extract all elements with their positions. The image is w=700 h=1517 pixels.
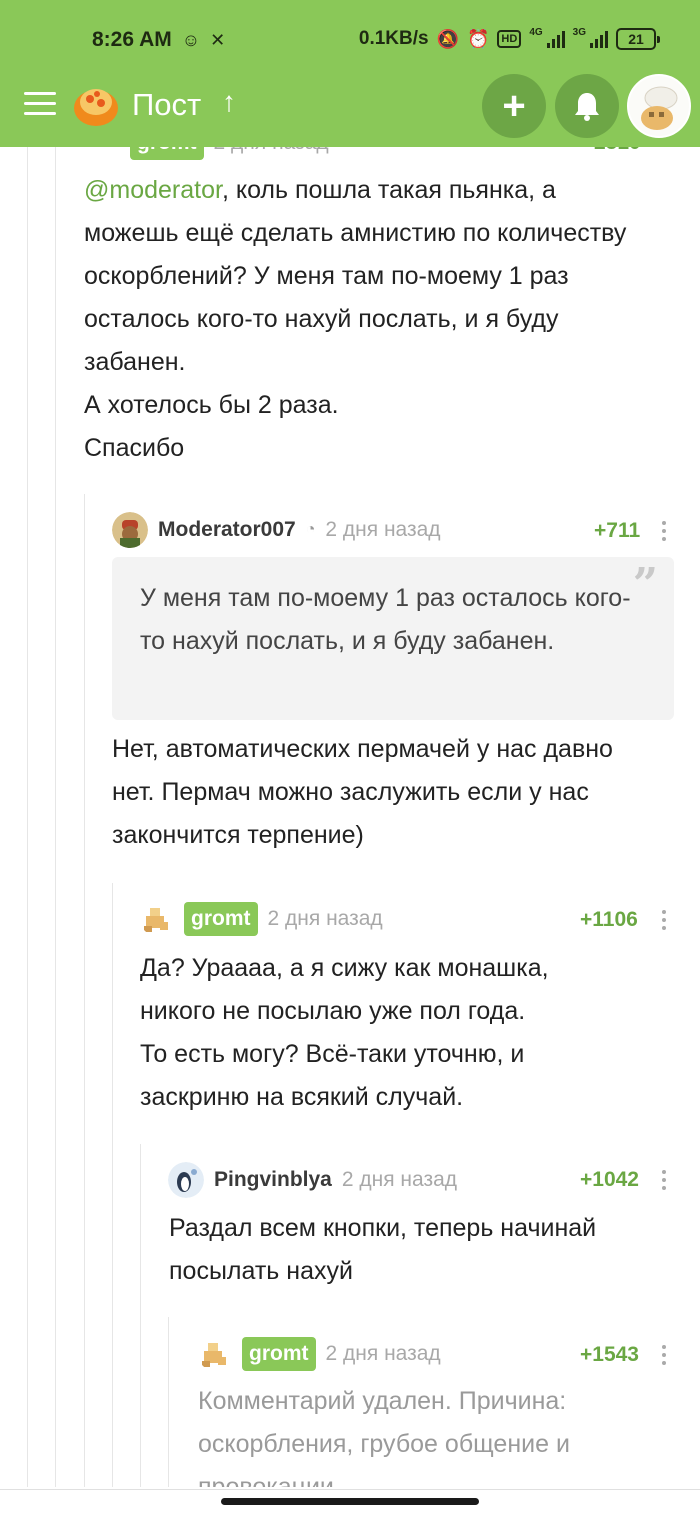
moderator-avatar-icon xyxy=(112,512,148,548)
deleted-comment-text: Комментарий удален. Причина: оскорбления… xyxy=(198,1387,570,1487)
comment-header: gromt 2 дня назад xyxy=(140,899,383,939)
avatar-icon xyxy=(641,86,678,130)
mention-link[interactable]: @moderator xyxy=(84,176,222,204)
status-bar: 8:26 AM ☺ ✕ 0.1KB/s 🔕 ⏰ HD 4G 3G 21 xyxy=(0,22,700,58)
comment-rating: +1106 xyxy=(580,908,638,931)
comment-rating: +1042 xyxy=(580,1168,639,1191)
scroll-up-icon[interactable]: ↑ xyxy=(222,86,236,118)
comment-rating: +1543 xyxy=(580,1343,639,1366)
more-options-icon[interactable] xyxy=(660,1170,668,1194)
net-speed: 0.1KB/s xyxy=(358,28,429,49)
comment-header: Moderator007 ◔ 2 дня назад xyxy=(112,510,441,550)
menu-button[interactable] xyxy=(24,92,56,116)
user-avatar[interactable] xyxy=(198,1337,232,1371)
moderator-icon: ◔ xyxy=(305,521,316,538)
battery-icon: 21 xyxy=(616,28,660,50)
mute-icon: 🔕 xyxy=(436,28,459,49)
user-avatar[interactable] xyxy=(112,512,148,548)
comments-area: gromt 2 дня назад 2310 @moderator, коль … xyxy=(0,147,700,1487)
home-indicator[interactable] xyxy=(221,1498,479,1505)
toolbar: Пост ↑ + xyxy=(0,70,700,140)
thread-line xyxy=(112,883,113,1487)
comment-text: @moderator, коль пошла такая пьянка, а м… xyxy=(84,169,654,470)
thread-line xyxy=(140,1144,141,1487)
status-time: 8:26 AM xyxy=(92,28,172,51)
comment-time: 2 дня назад xyxy=(214,147,329,155)
comment-body: , коль пошла такая пьянка, а можешь ещё … xyxy=(84,176,627,462)
signal-icon-2 xyxy=(590,30,608,48)
comment-header: gromt 2 дня назад xyxy=(84,147,329,163)
add-post-button[interactable]: + xyxy=(482,74,546,138)
user-avatar[interactable] xyxy=(84,147,120,161)
username[interactable]: Pingvinblya xyxy=(214,1168,332,1192)
page-title: Пост xyxy=(132,87,202,122)
bell-icon xyxy=(575,93,599,121)
thread-line xyxy=(27,147,28,1487)
network-type-2: 3G xyxy=(572,26,586,38)
comment-text: Нет, автоматических пермачей у нас давно… xyxy=(112,735,613,849)
notifications-button[interactable] xyxy=(555,74,619,138)
nav-bar-divider xyxy=(0,1489,700,1490)
username[interactable]: gromt xyxy=(130,147,204,160)
more-options-icon[interactable] xyxy=(660,910,668,934)
more-options-icon[interactable] xyxy=(660,521,668,545)
hd-icon: HD xyxy=(497,30,522,48)
thread-line xyxy=(84,494,85,1487)
thread-line xyxy=(55,147,56,1487)
quote-text: У меня там по-моему 1 раз осталось кого-… xyxy=(140,584,631,655)
signal-icon xyxy=(546,30,565,48)
comment-time: 2 дня назад xyxy=(341,1168,458,1191)
comment-rating: 2310 xyxy=(594,147,641,155)
gromt-avatar-icon xyxy=(144,908,168,932)
notification-icon: ☺ xyxy=(181,29,201,50)
comment-text: Раздал всем кнопки, теперь начинай посыл… xyxy=(169,1214,597,1285)
pikabu-logo-icon[interactable] xyxy=(72,82,120,128)
app-notification-icon: ✕ xyxy=(210,29,226,50)
comment-time: 2 дня назад xyxy=(325,1342,441,1365)
app-header: 8:26 AM ☺ ✕ 0.1KB/s 🔕 ⏰ HD 4G 3G 21 Пост xyxy=(0,0,700,147)
profile-avatar[interactable] xyxy=(627,74,691,138)
comment-rating: +711 xyxy=(594,519,641,542)
penguin-avatar-icon xyxy=(168,1162,204,1198)
thread-line xyxy=(168,1317,169,1487)
alarm-icon: ⏰ xyxy=(467,28,490,49)
username[interactable]: gromt xyxy=(184,902,258,936)
comment-header: gromt 2 дня назад xyxy=(198,1334,441,1374)
more-options-icon[interactable] xyxy=(660,1345,668,1369)
user-avatar[interactable] xyxy=(168,1162,204,1198)
plus-icon: + xyxy=(502,84,526,128)
username[interactable]: Moderator007 xyxy=(158,518,296,542)
quote-block: ” У меня там по-моему 1 раз осталось ког… xyxy=(112,557,674,720)
username[interactable]: gromt xyxy=(242,1337,316,1371)
comment-time: 2 дня назад xyxy=(267,907,383,930)
comment-time: 2 дня назад xyxy=(325,518,441,541)
gromt-avatar-icon xyxy=(202,1343,226,1367)
network-type-1: 4G xyxy=(529,26,543,38)
comment-text: Да? Ураааа, а я сижу как монашка, никого… xyxy=(140,954,549,1111)
comment-header: Pingvinblya 2 дня назад xyxy=(168,1160,457,1200)
user-avatar[interactable] xyxy=(140,902,174,936)
